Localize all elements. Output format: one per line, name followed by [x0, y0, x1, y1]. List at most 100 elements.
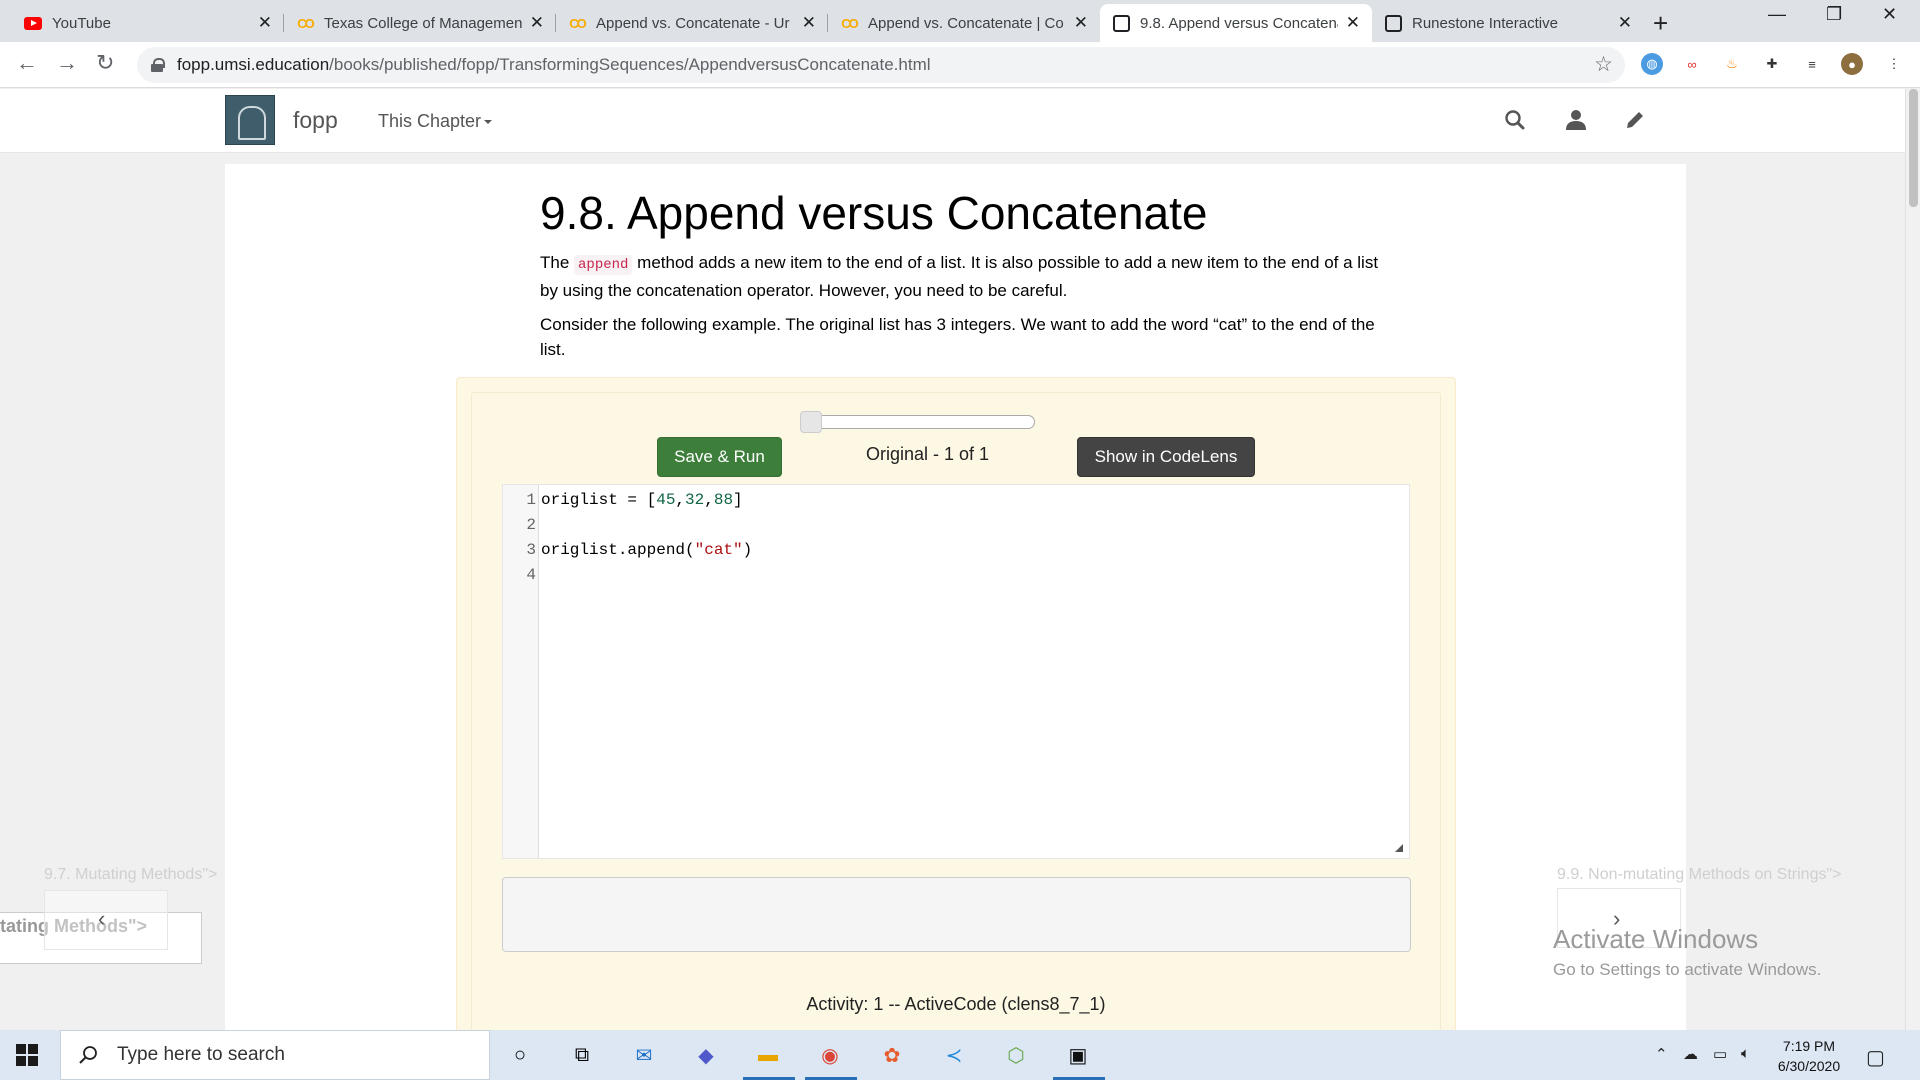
terminal-icon[interactable]: ▣	[1061, 1038, 1095, 1072]
caret-down-icon	[484, 120, 493, 125]
history-slider[interactable]	[800, 411, 1035, 433]
append-inline-code: append	[574, 255, 633, 275]
profile-avatar[interactable]: ●	[1841, 53, 1863, 75]
chrome-icon[interactable]: ◉	[813, 1038, 847, 1072]
tab-runestone-interactive[interactable]: Runestone Interactive ✕	[1372, 4, 1644, 42]
search-icon[interactable]	[1502, 107, 1528, 133]
activate-windows-title: Activate Windows	[1553, 924, 1759, 954]
tab-title: Append vs. Concatenate | Co	[868, 14, 1064, 32]
tray-chevron-up-icon[interactable]: ⌃	[1655, 1045, 1668, 1063]
close-tab-icon[interactable]: ✕	[530, 13, 544, 33]
battery-icon[interactable]: ▭	[1713, 1045, 1727, 1063]
tab-title: Texas College of Management	[324, 14, 522, 32]
bookmark-star-icon[interactable]: ☆	[1594, 52, 1613, 77]
intro-paragraph: The append method adds a new item to the…	[540, 253, 1379, 300]
code-line[interactable]: 1 origlist = [45,32,88]	[503, 488, 1409, 513]
code-line[interactable]: 4	[503, 563, 1409, 588]
close-tab-icon[interactable]: ✕	[1074, 13, 1088, 33]
close-tab-icon[interactable]: ✕	[802, 13, 816, 33]
browser-menu-icon[interactable]: ⋮	[1883, 53, 1905, 75]
runestone-icon	[1384, 14, 1402, 32]
scrollbar-thumb[interactable]	[1909, 89, 1918, 207]
user-icon[interactable]	[1563, 107, 1589, 133]
example-paragraph: Consider the following example. The orig…	[540, 315, 1375, 359]
colab-icon: CO	[297, 15, 314, 31]
runestone-icon	[1112, 14, 1130, 32]
colab-icon: CO	[841, 15, 858, 31]
clock-date: 6/30/2020	[1777, 1058, 1841, 1074]
new-tab-button[interactable]: +	[1653, 8, 1668, 39]
output-panel	[502, 877, 1411, 952]
search-extension-icon[interactable]: ◍	[1641, 53, 1663, 75]
search-icon	[79, 1046, 97, 1064]
url-text: fopp.umsi.education/books/published/fopp…	[177, 55, 931, 74]
save-and-run-button[interactable]: Save & Run	[657, 437, 782, 477]
file-explorer-icon[interactable]: ▬	[751, 1038, 785, 1072]
tab-append-vs-concatenate-2[interactable]: CO Append vs. Concatenate | Co ✕	[828, 4, 1100, 42]
book-title-link[interactable]: fopp	[293, 107, 338, 134]
tab-youtube[interactable]: YouTube ✕	[12, 4, 284, 42]
close-window-icon[interactable]: ✕	[1882, 4, 1897, 25]
colab-icon: CO	[569, 15, 586, 31]
cortana-icon[interactable]: ○	[503, 1038, 537, 1072]
close-tab-icon[interactable]: ✕	[1346, 13, 1360, 33]
xampp-icon[interactable]: ✿	[875, 1038, 909, 1072]
vscode-icon[interactable]: ≺	[937, 1038, 971, 1072]
runestone-logo[interactable]	[225, 95, 275, 145]
lock-icon[interactable]	[151, 58, 165, 72]
this-chapter-dropdown[interactable]: This Chapter	[378, 111, 493, 132]
resize-grip-icon[interactable]	[1395, 844, 1403, 852]
windows-start-icon[interactable]	[16, 1044, 38, 1066]
prev-chapter-button[interactable]	[44, 890, 168, 950]
activate-windows-subtitle: Go to Settings to activate Windows.	[1553, 960, 1822, 979]
taskbar-search-box[interactable]: Type here to search	[60, 1030, 490, 1080]
mail-icon[interactable]: ✉	[627, 1038, 661, 1072]
youtube-icon	[24, 14, 42, 32]
fire-extension-icon[interactable]: ♨	[1721, 53, 1743, 75]
browser-toolbar: ← → ↻ fopp.umsi.education/books/publishe…	[0, 42, 1920, 88]
taskbar-clock[interactable]: 7:19 PM 6/30/2020	[1776, 1036, 1842, 1076]
taskbar-search-placeholder: Type here to search	[117, 1044, 285, 1065]
chevron-left-icon[interactable]: ‹	[98, 906, 105, 932]
windows-taskbar: Type here to search ○ ⧉ ✉ ◆ ▬ ◉ ✿ ≺ ⬡ ▣ …	[0, 1030, 1920, 1080]
onedrive-icon[interactable]: ☁	[1683, 1045, 1698, 1063]
clock-time: 7:19 PM	[1782, 1038, 1836, 1054]
teams-icon[interactable]: ◆	[689, 1038, 723, 1072]
page-title: 9.8. Append versus Concatenate	[540, 187, 1208, 239]
code-editor[interactable]: 1 origlist = [45,32,88] 2 3 origlist.app…	[502, 484, 1410, 859]
tab-title: 9.8. Append versus Concatena	[1140, 14, 1338, 32]
close-tab-icon[interactable]: ✕	[1618, 13, 1632, 33]
prev-chapter-link[interactable]: 9.7. Mutating Methods">	[44, 866, 217, 884]
code-line[interactable]: 2	[503, 513, 1409, 538]
next-chapter-link[interactable]: 9.9. Non-mutating Methods on Strings">	[1557, 866, 1842, 884]
extensions-puzzle-icon[interactable]: ✚	[1761, 53, 1783, 75]
show-in-codelens-button[interactable]: Show in CodeLens	[1077, 437, 1255, 477]
tab-texas-college[interactable]: CO Texas College of Management ✕	[284, 4, 556, 42]
browser-tab-strip: YouTube ✕ CO Texas College of Management…	[0, 0, 1920, 42]
site-navbar: fopp This Chapter	[0, 89, 1920, 153]
minimize-icon[interactable]: —	[1768, 4, 1786, 25]
tab-title: Runestone Interactive	[1412, 14, 1558, 32]
activity-label: Activity: 1 -- ActiveCode (clens8_7_1)	[806, 994, 1106, 1014]
close-tab-icon[interactable]: ✕	[258, 13, 272, 33]
tab-title: Append vs. Concatenate - Ur	[596, 14, 790, 32]
media-queue-icon[interactable]: ≡	[1801, 53, 1823, 75]
address-bar[interactable]: fopp.umsi.education/books/published/fopp…	[137, 47, 1625, 83]
reload-icon[interactable]: ↻	[96, 50, 114, 76]
slider-handle[interactable]	[800, 411, 822, 433]
forward-icon[interactable]: →	[56, 50, 78, 76]
restore-icon[interactable]: ❐	[1826, 4, 1842, 25]
glasses-extension-icon[interactable]: ∞	[1681, 53, 1703, 75]
code-line[interactable]: 3 origlist.append("cat")	[503, 538, 1409, 563]
tab-append-versus-concatenate-active[interactable]: 9.8. Append versus Concatena ✕	[1100, 4, 1372, 42]
tab-title: YouTube	[52, 14, 111, 32]
hexagon-app-icon[interactable]: ⬡	[999, 1038, 1033, 1072]
volume-icon[interactable]: 🔈︎	[1741, 1045, 1750, 1062]
task-view-icon[interactable]: ⧉	[565, 1038, 599, 1072]
pencil-icon[interactable]	[1622, 107, 1648, 133]
tab-append-vs-concatenate-1[interactable]: CO Append vs. Concatenate - Ur ✕	[556, 4, 828, 42]
back-icon[interactable]: ←	[16, 50, 38, 76]
version-label: Original - 1 of 1	[866, 444, 990, 464]
page-scrollbar[interactable]	[1905, 89, 1920, 1030]
notifications-icon[interactable]: ▢	[1866, 1045, 1885, 1070]
